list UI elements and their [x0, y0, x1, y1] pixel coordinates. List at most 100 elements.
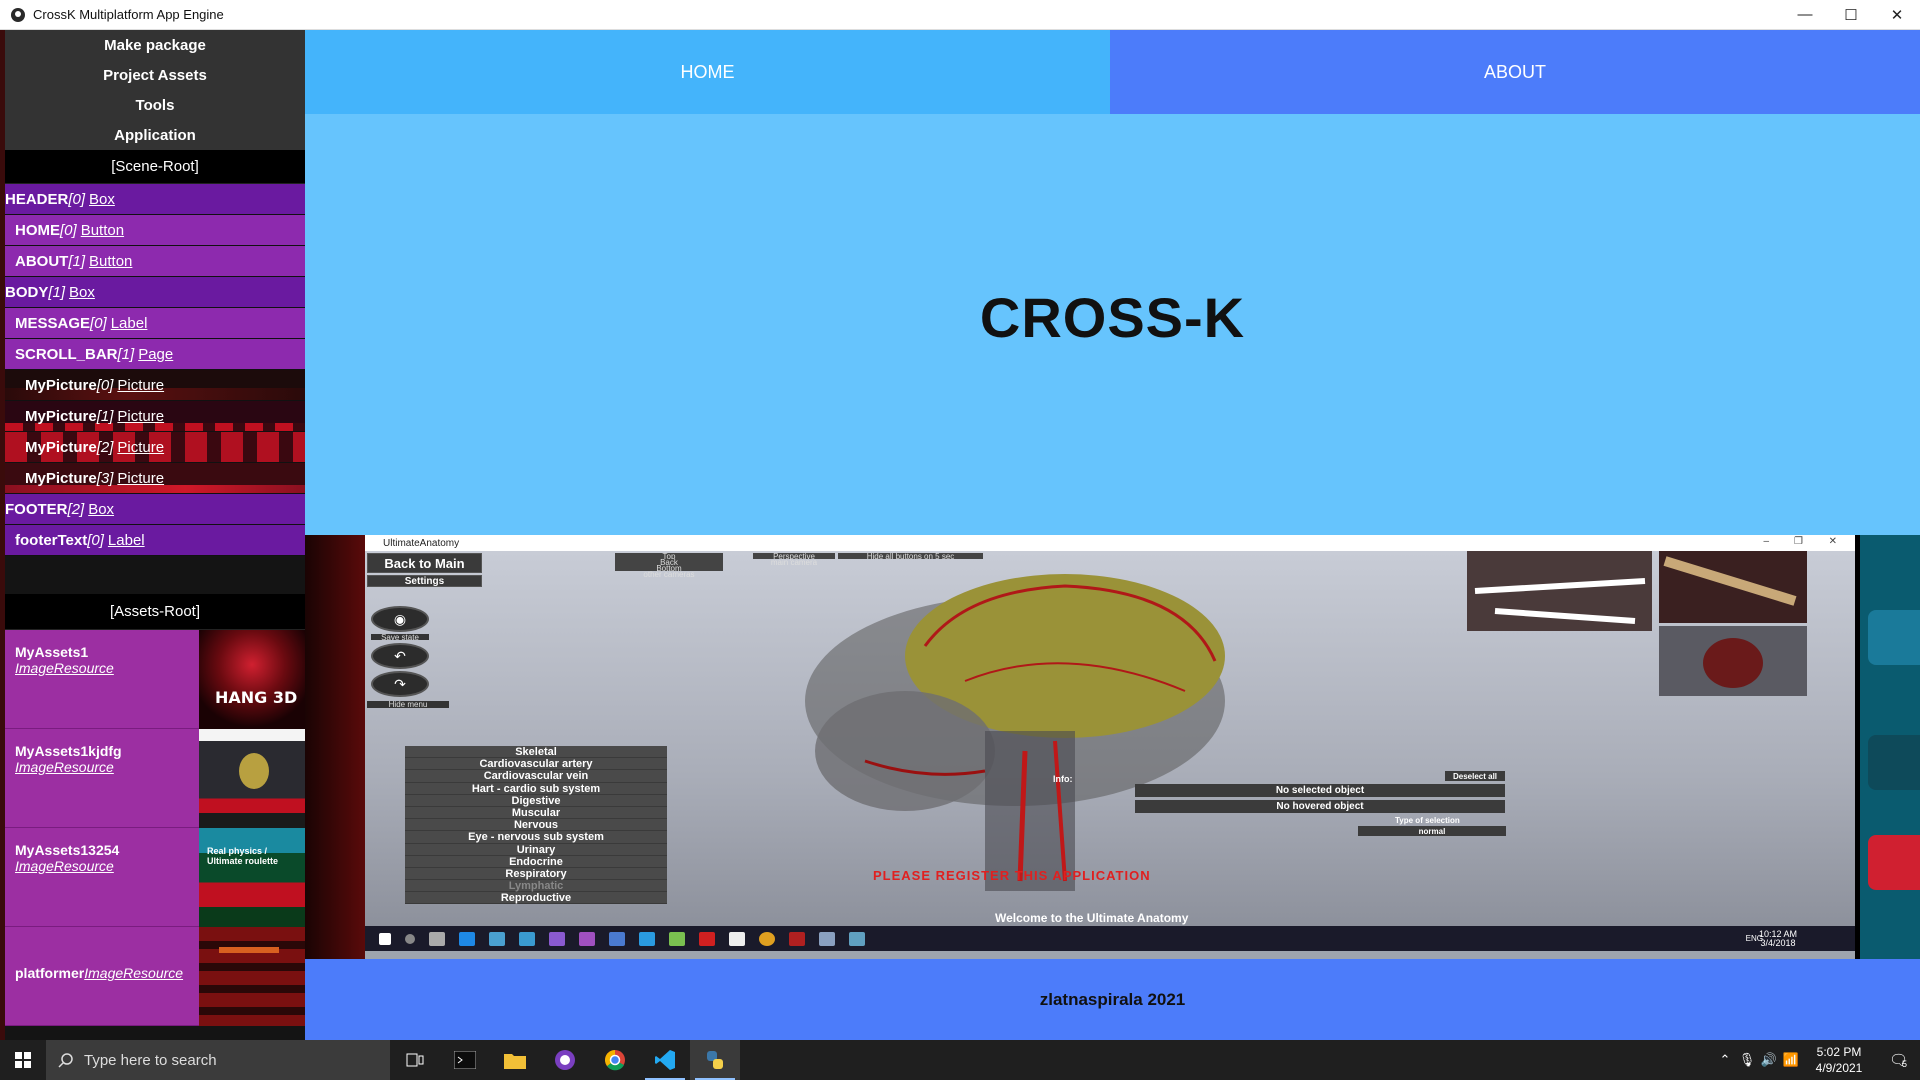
hide-menu-button[interactable]: Hide menu [367, 700, 449, 709]
node-type-link[interactable]: Label [108, 532, 145, 549]
assets-root-label[interactable]: [Assets-Root] [5, 594, 305, 630]
asset-type-link[interactable]: ImageResource [15, 858, 199, 874]
node-type-link[interactable]: Page [138, 346, 173, 363]
system-cardiovascular-vein[interactable]: Cardiovascular vein [405, 770, 667, 783]
system-cardiovascular-artery[interactable]: Cardiovascular artery [405, 758, 667, 771]
register-notice: PLEASE REGISTER THIS APPLICATION [873, 868, 1151, 883]
system-lymphatic[interactable]: Lymphatic [405, 880, 667, 893]
search-icon [58, 1053, 73, 1068]
footer-text: zlatnaspirala 2021 [1039, 989, 1186, 1009]
scene-root-label[interactable]: [Scene-Root] [5, 150, 305, 184]
filezilla-icon [699, 931, 715, 946]
tree-node-mypicture-0[interactable]: MyPicture [0] Picture [5, 370, 305, 401]
home-button[interactable]: HOME [305, 30, 1110, 114]
asset-type-link[interactable]: ImageResource [15, 759, 199, 775]
asset-thumbnail[interactable]: Real physics / Ultimate roulette [199, 828, 305, 927]
windows-logo-icon [379, 932, 391, 945]
system-skeletal[interactable]: Skeletal [405, 746, 667, 759]
asset-item-platformer[interactable]: platformerImageResource [5, 927, 305, 1026]
deselect-all-button[interactable]: Deselect all [1445, 771, 1505, 781]
edge-icon [459, 931, 475, 946]
hide-buttons-button[interactable]: Hide all buttons on 5 sec [838, 552, 983, 561]
system-hart-cardio[interactable]: Hart - cardio sub system [405, 783, 667, 795]
body-systems-list: Skeletal Cardiovascular artery Cardiovas… [405, 746, 667, 905]
vscode-icon [655, 1050, 675, 1070]
node-type-link[interactable]: Picture [117, 470, 164, 487]
tree-node-about[interactable]: ABOUT [1] Button [5, 246, 305, 277]
node-type-link[interactable]: Box [89, 191, 115, 208]
system-urinary[interactable]: Urinary [405, 844, 667, 856]
tree-node-mypicture-2[interactable]: MyPicture [2] Picture [5, 432, 305, 463]
maximize-button[interactable]: ☐ [1828, 0, 1874, 30]
task-view-button[interactable] [390, 1040, 440, 1080]
system-nervous[interactable]: Nervous [405, 819, 667, 832]
tree-node-message[interactable]: MESSAGE [0] Label [5, 308, 305, 339]
tree-node-home[interactable]: HOME [0] Button [5, 215, 305, 246]
vscode-button[interactable] [640, 1040, 690, 1080]
node-type-link[interactable]: Button [81, 222, 124, 239]
asset-type-link[interactable]: ImageResource [15, 660, 199, 676]
system-respiratory[interactable]: Respiratory [405, 868, 667, 881]
selection-mode-select[interactable]: normal [1358, 826, 1506, 836]
tree-node-mypicture-1[interactable]: MyPicture [1] Picture [5, 401, 305, 432]
system-reproductive[interactable]: Reproductive [405, 892, 667, 905]
scroll-bar-picture[interactable]: UltimateAnatomy – ❐ ✕ Back to Main Setti… [305, 535, 1920, 959]
system-endocrine[interactable]: Endocrine [405, 856, 667, 868]
asset-thumbnail[interactable]: HANG 3D [199, 630, 305, 729]
node-type-link[interactable]: Box [69, 284, 95, 301]
node-type-link[interactable]: Button [89, 253, 132, 270]
notifications-button[interactable]: 🗨 5 [1876, 1040, 1920, 1080]
menu-application[interactable]: Application [5, 120, 305, 150]
chevron-up-icon[interactable]: ⌃ [1714, 1052, 1736, 1068]
menu-project-assets[interactable]: Project Assets [5, 60, 305, 90]
asset-item-myassets1kjdfg[interactable]: MyAssets1kjdfg ImageResource [5, 729, 305, 828]
taskbar-clock[interactable]: 5:02 PM 4/9/2021 [1802, 1044, 1876, 1076]
node-type-link[interactable]: Box [88, 501, 114, 518]
asset-thumbnail[interactable] [199, 729, 305, 828]
settings-button[interactable]: Settings [367, 575, 482, 587]
node-type-link[interactable]: Picture [117, 439, 164, 456]
asset-item-myassets13254[interactable]: MyAssets13254 ImageResource Real physics… [5, 828, 305, 927]
eye-icon[interactable]: ◉ [371, 606, 429, 632]
microphone-icon[interactable]: 🎙 [1736, 1052, 1758, 1068]
minimize-button[interactable]: — [1782, 0, 1828, 30]
wifi-icon[interactable]: 📶 [1780, 1052, 1802, 1068]
node-type-link[interactable]: Label [111, 315, 148, 332]
node-type-link[interactable]: Picture [117, 377, 164, 394]
asset-name: MyAssets13254 [15, 842, 120, 858]
system-eye-nervous[interactable]: Eye - nervous sub system [405, 831, 667, 844]
app-icon [819, 931, 835, 946]
asset-item-myassets1[interactable]: MyAssets1 ImageResource HANG 3D [5, 630, 305, 729]
system-muscular[interactable]: Muscular [405, 807, 667, 820]
asset-type-link[interactable]: ImageResource [84, 965, 183, 981]
chrome-button[interactable] [590, 1040, 640, 1080]
tree-node-mypicture-3[interactable]: MyPicture [3] Picture [5, 463, 305, 494]
back-to-main-button[interactable]: Back to Main [367, 553, 482, 573]
taskbar-search-box[interactable]: Type here to search [46, 1040, 390, 1080]
asset-thumbnail[interactable] [199, 927, 305, 1026]
tree-node-body[interactable]: BODY [1] Box [5, 277, 305, 308]
menu-make-package[interactable]: Make package [5, 30, 305, 60]
search-icon [405, 933, 415, 944]
start-button[interactable] [0, 1040, 46, 1080]
system-digestive[interactable]: Digestive [405, 795, 667, 807]
about-button[interactable]: ABOUT [1110, 30, 1920, 114]
tree-node-footer[interactable]: FOOTER [2] Box [5, 494, 305, 525]
tree-node-footertext[interactable]: footerText [0] Label [5, 525, 305, 556]
clock-date: 4/9/2021 [1815, 1061, 1863, 1075]
file-explorer-button[interactable] [490, 1040, 540, 1080]
undo-icon[interactable]: ↶ [371, 643, 429, 669]
terminal-taskbar-button[interactable] [440, 1040, 490, 1080]
node-index: [0] [60, 221, 77, 239]
volume-icon[interactable]: 🔊 [1758, 1052, 1780, 1068]
tree-node-header[interactable]: HEADER [0] Box [5, 184, 305, 215]
windows-taskbar: Type here to search ⌃ 🎙 🔊 📶 5:02 PM 4/9/… [0, 1040, 1920, 1080]
github-desktop-button[interactable] [540, 1040, 590, 1080]
python-icon [707, 1051, 723, 1069]
crossk-app-button[interactable] [690, 1040, 740, 1080]
node-type-link[interactable]: Picture [117, 408, 164, 425]
menu-tools[interactable]: Tools [5, 90, 305, 120]
redo-icon[interactable]: ↷ [371, 671, 429, 697]
close-button[interactable]: ✕ [1874, 0, 1920, 30]
tree-node-scroll-bar[interactable]: SCROLL_BAR [1] Page [5, 339, 305, 370]
